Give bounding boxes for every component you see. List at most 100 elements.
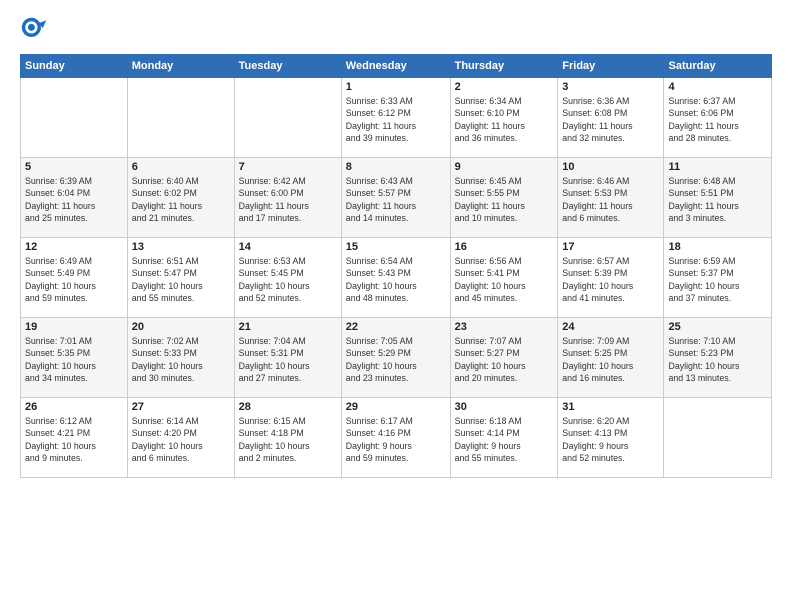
calendar-cell: 14 Sunrise: 6:53 AM Sunset: 5:45 PM Dayli… <box>234 238 341 318</box>
calendar-cell: 27 Sunrise: 6:14 AM Sunset: 4:20 PM Dayli… <box>127 398 234 478</box>
calendar-cell <box>234 78 341 158</box>
day-info: Sunrise: 6:15 AM Sunset: 4:18 PM Dayligh… <box>239 415 337 464</box>
weekday-header-tuesday: Tuesday <box>234 55 341 78</box>
day-info: Sunrise: 7:04 AM Sunset: 5:31 PM Dayligh… <box>239 335 337 384</box>
day-info: Sunrise: 6:18 AM Sunset: 4:14 PM Dayligh… <box>455 415 554 464</box>
day-number: 27 <box>132 401 230 413</box>
day-info: Sunrise: 7:05 AM Sunset: 5:29 PM Dayligh… <box>346 335 446 384</box>
day-info: Sunrise: 6:48 AM Sunset: 5:51 PM Dayligh… <box>668 175 767 224</box>
day-number: 21 <box>239 321 337 333</box>
logo <box>20 16 52 44</box>
calendar-cell: 16 Sunrise: 6:56 AM Sunset: 5:41 PM Dayli… <box>450 238 558 318</box>
calendar-cell: 9 Sunrise: 6:45 AM Sunset: 5:55 PM Daylig… <box>450 158 558 238</box>
calendar-week-4: 19 Sunrise: 7:01 AM Sunset: 5:35 PM Dayli… <box>21 318 772 398</box>
day-info: Sunrise: 6:34 AM Sunset: 6:10 PM Dayligh… <box>455 95 554 144</box>
day-number: 16 <box>455 241 554 253</box>
calendar-cell: 20Sunrise: 7:02 AM Sunset: 5:33 PM Dayli… <box>127 318 234 398</box>
day-number: 10 <box>562 161 659 173</box>
calendar-cell: 11 Sunrise: 6:48 AM Sunset: 5:51 PM Dayli… <box>664 158 772 238</box>
calendar-cell: 25 Sunrise: 7:10 AM Sunset: 5:23 PM Dayli… <box>664 318 772 398</box>
weekday-header-sunday: Sunday <box>21 55 128 78</box>
day-number: 17 <box>562 241 659 253</box>
day-number: 28 <box>239 401 337 413</box>
day-info: Sunrise: 6:12 AM Sunset: 4:21 PM Dayligh… <box>25 415 123 464</box>
day-info: Sunrise: 7:10 AM Sunset: 5:23 PM Dayligh… <box>668 335 767 384</box>
calendar-cell <box>127 78 234 158</box>
day-number: 18 <box>668 241 767 253</box>
day-number: 25 <box>668 321 767 333</box>
calendar-cell <box>21 78 128 158</box>
calendar-cell: 4 Sunrise: 6:37 AM Sunset: 6:06 PM Daylig… <box>664 78 772 158</box>
day-number: 9 <box>455 161 554 173</box>
calendar-cell: 15Sunrise: 6:54 AM Sunset: 5:43 PM Dayli… <box>341 238 450 318</box>
header <box>20 16 772 44</box>
day-number: 22 <box>346 321 446 333</box>
day-number: 14 <box>239 241 337 253</box>
day-info: Sunrise: 6:14 AM Sunset: 4:20 PM Dayligh… <box>132 415 230 464</box>
calendar-cell: 3Sunrise: 6:36 AM Sunset: 6:08 PM Daylig… <box>558 78 664 158</box>
day-number: 4 <box>668 81 767 93</box>
day-number: 30 <box>455 401 554 413</box>
calendar-cell: 13 Sunrise: 6:51 AM Sunset: 5:47 PM Dayli… <box>127 238 234 318</box>
calendar-cell: 5 Sunrise: 6:39 AM Sunset: 6:04 PM Daylig… <box>21 158 128 238</box>
weekday-header-saturday: Saturday <box>664 55 772 78</box>
day-info: Sunrise: 6:36 AM Sunset: 6:08 PM Dayligh… <box>562 95 659 144</box>
calendar-cell: 23 Sunrise: 7:07 AM Sunset: 5:27 PM Dayli… <box>450 318 558 398</box>
calendar-cell: 31 Sunrise: 6:20 AM Sunset: 4:13 PM Dayli… <box>558 398 664 478</box>
calendar-cell: 2 Sunrise: 6:34 AM Sunset: 6:10 PM Daylig… <box>450 78 558 158</box>
day-info: Sunrise: 6:37 AM Sunset: 6:06 PM Dayligh… <box>668 95 767 144</box>
day-info: Sunrise: 6:17 AM Sunset: 4:16 PM Dayligh… <box>346 415 446 464</box>
calendar-table: SundayMondayTuesdayWednesdayThursdayFrid… <box>20 54 772 478</box>
calendar-cell: 17 Sunrise: 6:57 AM Sunset: 5:39 PM Dayli… <box>558 238 664 318</box>
day-info: Sunrise: 6:59 AM Sunset: 5:37 PM Dayligh… <box>668 255 767 304</box>
day-number: 12 <box>25 241 123 253</box>
day-number: 24 <box>562 321 659 333</box>
calendar-cell: 10 Sunrise: 6:46 AM Sunset: 5:53 PM Dayli… <box>558 158 664 238</box>
calendar-cell: 8Sunrise: 6:43 AM Sunset: 5:57 PM Daylig… <box>341 158 450 238</box>
day-number: 11 <box>668 161 767 173</box>
day-number: 7 <box>239 161 337 173</box>
calendar-cell: 26 Sunrise: 6:12 AM Sunset: 4:21 PM Dayli… <box>21 398 128 478</box>
day-number: 26 <box>25 401 123 413</box>
day-info: Sunrise: 7:09 AM Sunset: 5:25 PM Dayligh… <box>562 335 659 384</box>
day-number: 15 <box>346 241 446 253</box>
calendar-cell: 19 Sunrise: 7:01 AM Sunset: 5:35 PM Dayli… <box>21 318 128 398</box>
day-number: 23 <box>455 321 554 333</box>
calendar-week-3: 12Sunrise: 6:49 AM Sunset: 5:49 PM Dayli… <box>21 238 772 318</box>
day-info: Sunrise: 7:07 AM Sunset: 5:27 PM Dayligh… <box>455 335 554 384</box>
calendar-cell: 6Sunrise: 6:40 AM Sunset: 6:02 PM Daylig… <box>127 158 234 238</box>
calendar-cell: 24 Sunrise: 7:09 AM Sunset: 5:25 PM Dayli… <box>558 318 664 398</box>
calendar-cell <box>664 398 772 478</box>
weekday-header-friday: Friday <box>558 55 664 78</box>
calendar-cell: 30 Sunrise: 6:18 AM Sunset: 4:14 PM Dayli… <box>450 398 558 478</box>
calendar-week-2: 5 Sunrise: 6:39 AM Sunset: 6:04 PM Daylig… <box>21 158 772 238</box>
calendar-cell: 1Sunrise: 6:33 AM Sunset: 6:12 PM Daylig… <box>341 78 450 158</box>
calendar-header-row: SundayMondayTuesdayWednesdayThursdayFrid… <box>21 55 772 78</box>
calendar-week-5: 26 Sunrise: 6:12 AM Sunset: 4:21 PM Dayli… <box>21 398 772 478</box>
day-info: Sunrise: 6:20 AM Sunset: 4:13 PM Dayligh… <box>562 415 659 464</box>
day-info: Sunrise: 6:39 AM Sunset: 6:04 PM Dayligh… <box>25 175 123 224</box>
day-number: 31 <box>562 401 659 413</box>
logo-icon <box>20 16 48 44</box>
day-number: 2 <box>455 81 554 93</box>
day-info: Sunrise: 6:53 AM Sunset: 5:45 PM Dayligh… <box>239 255 337 304</box>
day-info: Sunrise: 6:56 AM Sunset: 5:41 PM Dayligh… <box>455 255 554 304</box>
day-info: Sunrise: 6:46 AM Sunset: 5:53 PM Dayligh… <box>562 175 659 224</box>
day-number: 19 <box>25 321 123 333</box>
day-info: Sunrise: 7:01 AM Sunset: 5:35 PM Dayligh… <box>25 335 123 384</box>
day-info: Sunrise: 6:40 AM Sunset: 6:02 PM Dayligh… <box>132 175 230 224</box>
day-info: Sunrise: 6:33 AM Sunset: 6:12 PM Dayligh… <box>346 95 446 144</box>
day-number: 5 <box>25 161 123 173</box>
page: SundayMondayTuesdayWednesdayThursdayFrid… <box>0 0 792 612</box>
calendar-cell: 28 Sunrise: 6:15 AM Sunset: 4:18 PM Dayli… <box>234 398 341 478</box>
calendar-week-1: 1Sunrise: 6:33 AM Sunset: 6:12 PM Daylig… <box>21 78 772 158</box>
calendar-cell: 18 Sunrise: 6:59 AM Sunset: 5:37 PM Dayli… <box>664 238 772 318</box>
day-info: Sunrise: 6:57 AM Sunset: 5:39 PM Dayligh… <box>562 255 659 304</box>
day-info: Sunrise: 7:02 AM Sunset: 5:33 PM Dayligh… <box>132 335 230 384</box>
day-info: Sunrise: 6:51 AM Sunset: 5:47 PM Dayligh… <box>132 255 230 304</box>
weekday-header-monday: Monday <box>127 55 234 78</box>
day-number: 13 <box>132 241 230 253</box>
day-info: Sunrise: 6:45 AM Sunset: 5:55 PM Dayligh… <box>455 175 554 224</box>
calendar-cell: 7Sunrise: 6:42 AM Sunset: 6:00 PM Daylig… <box>234 158 341 238</box>
calendar-cell: 21 Sunrise: 7:04 AM Sunset: 5:31 PM Dayli… <box>234 318 341 398</box>
